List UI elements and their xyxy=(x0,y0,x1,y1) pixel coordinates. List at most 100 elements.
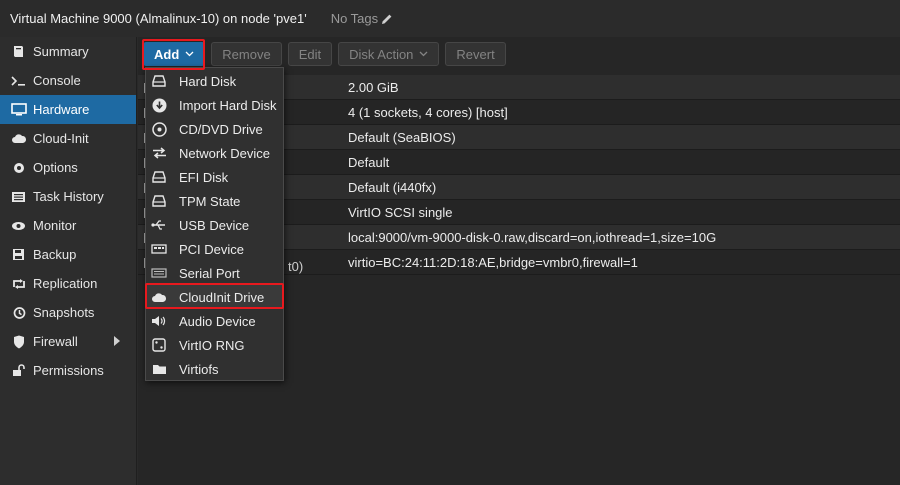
row-value: 4 (1 sockets, 4 cores) [host] xyxy=(348,104,508,120)
remove-button[interactable]: Remove xyxy=(211,42,282,66)
menu-item-label: Serial Port xyxy=(179,265,240,281)
menu-item-virtiofs[interactable]: Virtiofs xyxy=(146,357,283,381)
menu-item-usb-device[interactable]: USB Device xyxy=(146,213,283,237)
book-icon xyxy=(10,45,27,59)
eye-icon xyxy=(10,219,27,233)
sidebar-item-label: Monitor xyxy=(33,218,77,233)
sidebar-item-firewall[interactable]: Firewall xyxy=(0,327,136,356)
sidebar-item-cloud-init[interactable]: Cloud-Init xyxy=(0,124,136,153)
menu-item-label: EFI Disk xyxy=(179,169,229,185)
highlight-box xyxy=(142,39,205,70)
sidebar-item-task-history[interactable]: Task History xyxy=(0,182,136,211)
menu-item-pci-device[interactable]: PCI Device xyxy=(146,237,283,261)
menu-item-audio-device[interactable]: Audio Device xyxy=(146,309,283,333)
keyboard-icon xyxy=(150,265,168,281)
menu-item-cd-dvd-drive[interactable]: CD/DVD Drive xyxy=(146,117,283,141)
menu-item-import-hard-disk[interactable]: Import Hard Disk xyxy=(146,93,283,117)
retweet-icon xyxy=(10,277,27,291)
row-key-partial: t0) xyxy=(288,258,304,274)
pencil-icon[interactable] xyxy=(381,13,393,25)
menu-item-label: Network Device xyxy=(179,145,271,161)
menu-item-label: USB Device xyxy=(179,217,250,233)
sidebar-item-label: Cloud-Init xyxy=(33,131,89,146)
list-icon xyxy=(10,190,27,204)
hdd-icon xyxy=(150,73,168,89)
sidebar-item-options[interactable]: Options xyxy=(0,153,136,182)
gear-icon xyxy=(10,161,27,175)
shield-icon xyxy=(10,335,27,349)
pci-card-icon xyxy=(150,241,168,257)
edit-button-label: Edit xyxy=(298,46,322,62)
hdd-icon xyxy=(150,169,168,185)
menu-item-serial-port[interactable]: Serial Port xyxy=(146,261,283,285)
toolbar: Add Remove Edit Disk Action Revert xyxy=(138,37,900,71)
add-dropdown-menu: Hard Disk Import Hard Disk CD/DVD Drive … xyxy=(145,67,284,381)
sidebar-item-label: Console xyxy=(33,73,81,88)
revert-button-label: Revert xyxy=(456,46,495,62)
menu-item-hard-disk[interactable]: Hard Disk xyxy=(146,69,283,93)
edit-button[interactable]: Edit xyxy=(287,42,333,66)
menu-item-label: Audio Device xyxy=(179,313,256,329)
sidebar-item-label: Replication xyxy=(33,276,98,291)
title-bar: Virtual Machine 9000 (Almalinux-10) on n… xyxy=(0,0,900,37)
expand-caret-icon[interactable] xyxy=(114,336,120,346)
sidebar-item-label: Snapshots xyxy=(33,305,95,320)
menu-item-label: PCI Device xyxy=(179,241,245,257)
terminal-icon xyxy=(10,74,27,88)
download-icon xyxy=(150,97,168,113)
menu-item-label: TPM State xyxy=(179,193,241,209)
unlock-icon xyxy=(10,364,27,378)
cloud-icon xyxy=(10,132,27,146)
row-value: virtio=BC:24:11:2D:18:AE,bridge=vmbr0,fi… xyxy=(348,254,638,270)
sidebar-item-permissions[interactable]: Permissions xyxy=(0,356,136,385)
floppy-icon xyxy=(10,248,27,262)
monitor-icon xyxy=(10,103,27,117)
row-value: Default xyxy=(348,154,390,170)
row-value: local:9000/vm-9000-disk-0.raw,discard=on… xyxy=(348,229,717,245)
menu-item-efi-disk[interactable]: EFI Disk xyxy=(146,165,283,189)
sidebar-item-snapshots[interactable]: Snapshots xyxy=(0,298,136,327)
menu-item-label: Hard Disk xyxy=(179,73,237,89)
menu-item-label: VirtIO RNG xyxy=(179,337,245,353)
sidebar-item-label: Permissions xyxy=(33,363,104,378)
sidebar-item-backup[interactable]: Backup xyxy=(0,240,136,269)
sidebar-item-summary[interactable]: Summary xyxy=(0,37,136,66)
row-value: VirtIO SCSI single xyxy=(348,204,453,220)
remove-button-label: Remove xyxy=(222,46,271,62)
tags-editor[interactable]: No Tags xyxy=(331,11,393,26)
sidebar-item-label: Hardware xyxy=(33,102,90,117)
sidebar-item-label: Task History xyxy=(33,189,104,204)
sidebar-item-monitor[interactable]: Monitor xyxy=(0,211,136,240)
sidebar-item-replication[interactable]: Replication xyxy=(0,269,136,298)
speaker-icon xyxy=(150,313,168,329)
folder-icon xyxy=(150,361,168,377)
sidebar-item-hardware[interactable]: Hardware xyxy=(0,95,136,124)
row-value: Default (SeaBIOS) xyxy=(348,129,456,145)
sidebar-item-label: Firewall xyxy=(33,334,78,349)
sidebar-item-label: Summary xyxy=(33,44,89,59)
history-icon xyxy=(10,306,27,320)
sidebar-item-label: Options xyxy=(33,160,78,175)
menu-item-label: CD/DVD Drive xyxy=(179,121,263,137)
page-title: Virtual Machine 9000 (Almalinux-10) on n… xyxy=(10,11,307,26)
tags-label: No Tags xyxy=(330,11,379,26)
usb-icon xyxy=(150,217,168,233)
disk-action-label: Disk Action xyxy=(349,46,414,62)
sidebar-item-console[interactable]: Console xyxy=(0,66,136,95)
menu-item-tpm-state[interactable]: TPM State xyxy=(146,189,283,213)
row-value: Default (i440fx) xyxy=(348,179,437,195)
menu-item-virtio-rng[interactable]: VirtIO RNG xyxy=(146,333,283,357)
row-value: 2.00 GiB xyxy=(348,79,399,95)
chevron-down-icon xyxy=(419,51,428,57)
exchange-icon xyxy=(150,145,168,161)
highlight-box xyxy=(145,283,284,309)
sidebar-item-label: Backup xyxy=(33,247,77,262)
dice-icon xyxy=(150,337,168,353)
hdd-icon xyxy=(150,193,168,209)
disc-icon xyxy=(150,121,168,137)
revert-button[interactable]: Revert xyxy=(445,42,506,66)
disk-action-button[interactable]: Disk Action xyxy=(338,42,440,66)
menu-item-label: Import Hard Disk xyxy=(179,97,277,113)
menu-item-network-device[interactable]: Network Device xyxy=(146,141,283,165)
sidebar-nav: Summary Console Hardware Cloud-Init Opti… xyxy=(0,37,137,485)
